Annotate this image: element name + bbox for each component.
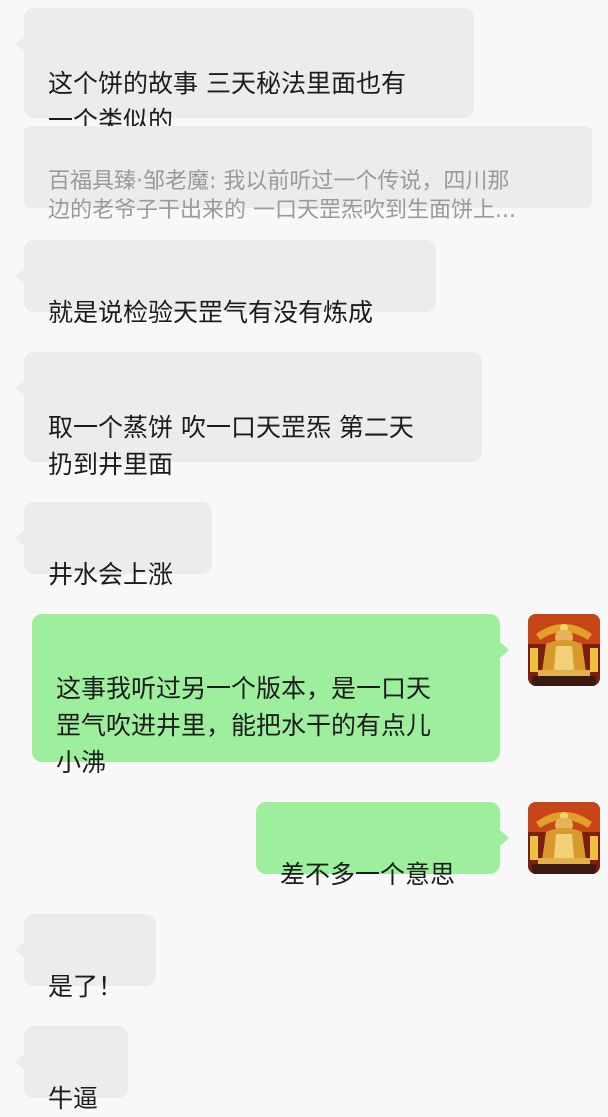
message-text: 就是说检验天罡气有没有炼成 [48, 298, 374, 327]
message-text: 这事我听过另一个版本，是一口天 罡气吹进井里，能把水干的有点儿 小沸 [56, 674, 432, 777]
quoted-message[interactable]: 百福具臻·邹老魔: 我以前听过一个传说，四川那 边的老爷子干出来的 一口天罡炁吹… [24, 126, 592, 223]
message-text: 井水会上涨 [48, 560, 174, 589]
message-bubble-incoming[interactable]: 取一个蒸饼 吹一口天罡炁 第二天 扔到井里面 [15, 352, 482, 479]
message-bubble-incoming[interactable]: 牛逼 [15, 1026, 128, 1113]
golden-deity-statue-avatar-icon [528, 802, 600, 874]
user-avatar[interactable] [528, 802, 600, 874]
message-text: 是了！ [48, 972, 124, 1001]
message-bubble-outgoing[interactable]: 这事我听过另一个版本，是一口天 罡气吹进井里，能把水干的有点儿 小沸 [32, 614, 509, 777]
message-bubble-incoming[interactable]: 这个饼的故事 三天秘法里面也有 一个类似的 [15, 8, 474, 135]
user-avatar[interactable] [528, 614, 600, 686]
message-bubble-incoming[interactable]: 井水会上涨 [15, 502, 212, 589]
quoted-sender: 百福具臻·邹老魔 [48, 169, 209, 194]
message-text: 牛逼 [48, 1084, 99, 1113]
golden-deity-statue-avatar-icon [528, 614, 600, 686]
message-text: 差不多一个意思 [280, 860, 456, 889]
message-bubble-incoming[interactable]: 就是说检验天罡气有没有炼成 [15, 240, 436, 327]
message-bubble-outgoing[interactable]: 差不多一个意思 [256, 802, 509, 889]
message-text: 取一个蒸饼 吹一口天罡炁 第二天 扔到井里面 [48, 413, 414, 479]
message-bubble-incoming[interactable]: 是了！ [15, 914, 156, 1001]
quote-separator: : [209, 169, 224, 194]
